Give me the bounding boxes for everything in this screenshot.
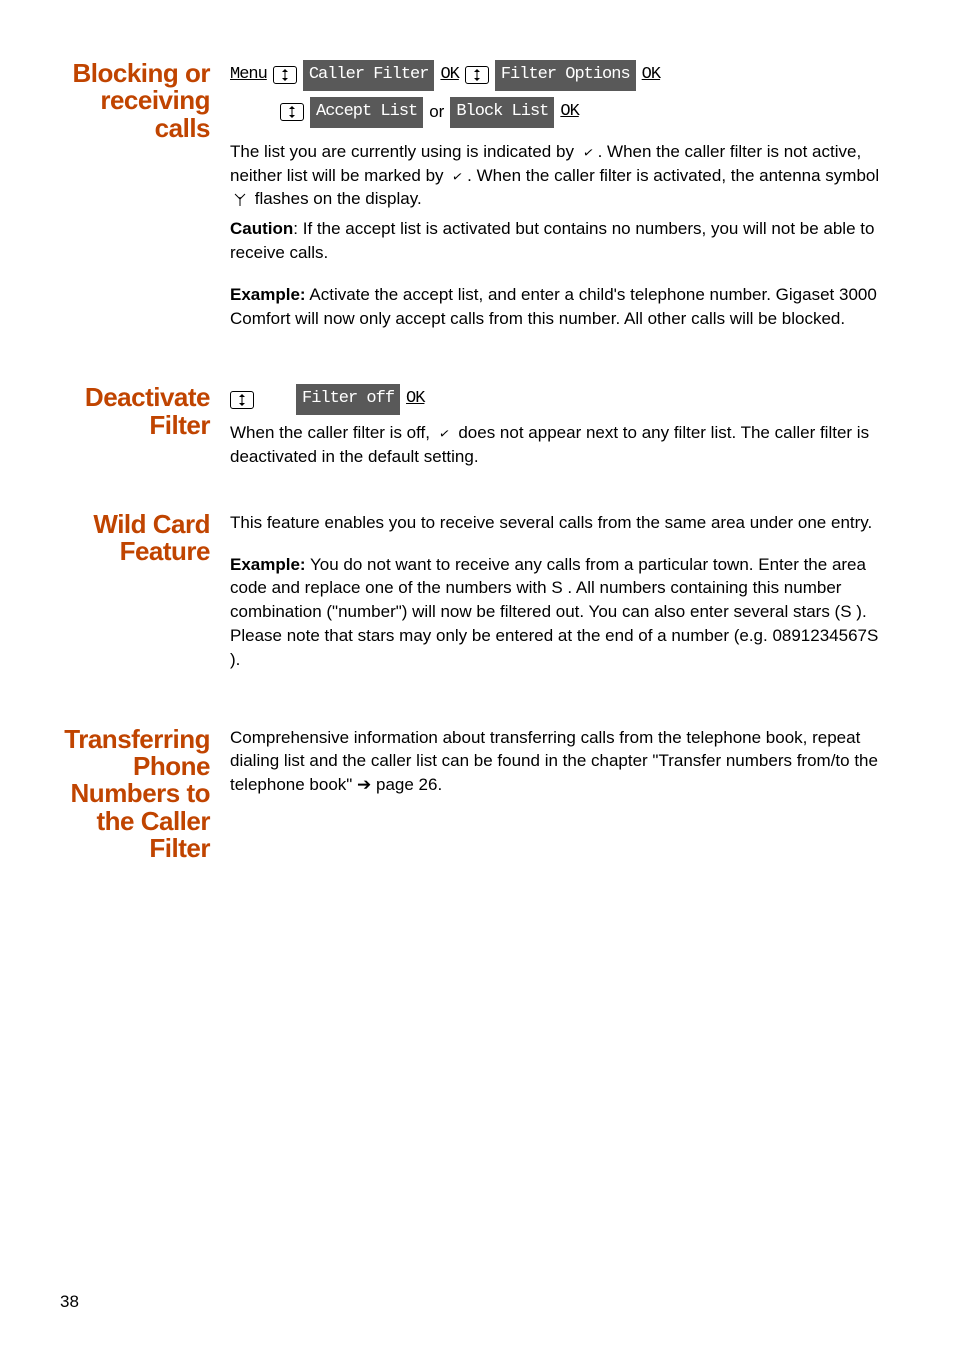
check-icon: ✓ (437, 424, 451, 444)
section-wildcard: Wild Card Feature This feature enables y… (50, 511, 904, 672)
example-label: Example: (230, 555, 306, 574)
side-heading-container: Deactivate Filter (50, 384, 230, 439)
updown-icon (280, 103, 304, 121)
heading-transferring: Transferring Phone Numbers to the Caller… (50, 726, 210, 862)
side-heading-container: Blocking or receiving calls (50, 60, 230, 142)
heading-wildcard: Wild Card Feature (50, 511, 210, 566)
seg-filter-options: Filter Options (495, 60, 636, 91)
section-deactivate: Deactivate Filter Filter off OK When the… (50, 384, 904, 468)
example-text: Activate the accept list, and enter a ch… (230, 285, 877, 328)
seg-filter-off: Filter off (296, 384, 400, 415)
side-heading-container: Transferring Phone Numbers to the Caller… (50, 726, 230, 862)
para-deactivate: When the caller filter is off, ✓ does no… (230, 421, 884, 469)
ok-label: OK (560, 98, 578, 127)
example-label: Example: (230, 285, 306, 304)
star-icon: S (840, 602, 851, 621)
antenna-icon (234, 189, 246, 210)
example-block-2: Example: You do not want to receive any … (230, 553, 884, 672)
content-transferring: Comprehensive information about transfer… (230, 726, 904, 797)
content-deactivate: Filter off OK When the caller filter is … (230, 384, 904, 468)
text: flashes on the display. (250, 189, 422, 208)
ok-label: OK (642, 61, 660, 90)
nav-line-2: Accept List or Block List OK (230, 97, 884, 128)
wildcard-intro: This feature enables you to receive seve… (230, 511, 884, 535)
seg-accept-list: Accept List (310, 97, 423, 128)
updown-icon (273, 66, 297, 84)
updown-icon (230, 391, 254, 409)
seg-block-list: Block List (450, 97, 554, 128)
content-blocking: Menu Caller Filter OK Filter Options OK … (230, 60, 904, 330)
para-filter-status: The list you are currently using is indi… (230, 140, 884, 211)
star-icon: S (551, 578, 562, 597)
content-wildcard: This feature enables you to receive seve… (230, 511, 904, 672)
ok-label: OK (406, 385, 424, 414)
text: The list you are currently using is indi… (230, 142, 579, 161)
text: . When the caller filter is activated, t… (467, 166, 879, 185)
text: When the caller filter is off, (230, 423, 435, 442)
caution-label: Caution (230, 219, 293, 238)
seg-caller-filter: Caller Filter (303, 60, 435, 91)
section-transferring: Transferring Phone Numbers to the Caller… (50, 726, 904, 862)
ok-label: OK (440, 61, 458, 90)
or-text: or (429, 98, 444, 127)
heading-deactivate: Deactivate Filter (50, 384, 210, 439)
example-block-1: Example: Activate the accept list, and e… (230, 283, 884, 331)
heading-blocking: Blocking or receiving calls (50, 60, 210, 142)
caution-block: Caution: If the accept list is activated… (230, 217, 884, 265)
side-heading-container: Wild Card Feature (50, 511, 230, 566)
page-number: 38 (60, 1292, 79, 1312)
star-icon: S (867, 626, 878, 645)
text: ). (230, 650, 240, 669)
check-icon: ✓ (451, 167, 465, 187)
section-blocking: Blocking or receiving calls Menu Caller … (50, 60, 904, 330)
menu-label: Menu (230, 61, 267, 90)
check-icon: ✓ (581, 143, 595, 163)
nav-line-1: Menu Caller Filter OK Filter Options OK (230, 60, 884, 91)
updown-icon (465, 66, 489, 84)
nav-line-3: Filter off OK (230, 384, 884, 415)
para-transferring: Comprehensive information about transfer… (230, 726, 884, 797)
caution-text: : If the accept list is activated but co… (230, 219, 874, 262)
